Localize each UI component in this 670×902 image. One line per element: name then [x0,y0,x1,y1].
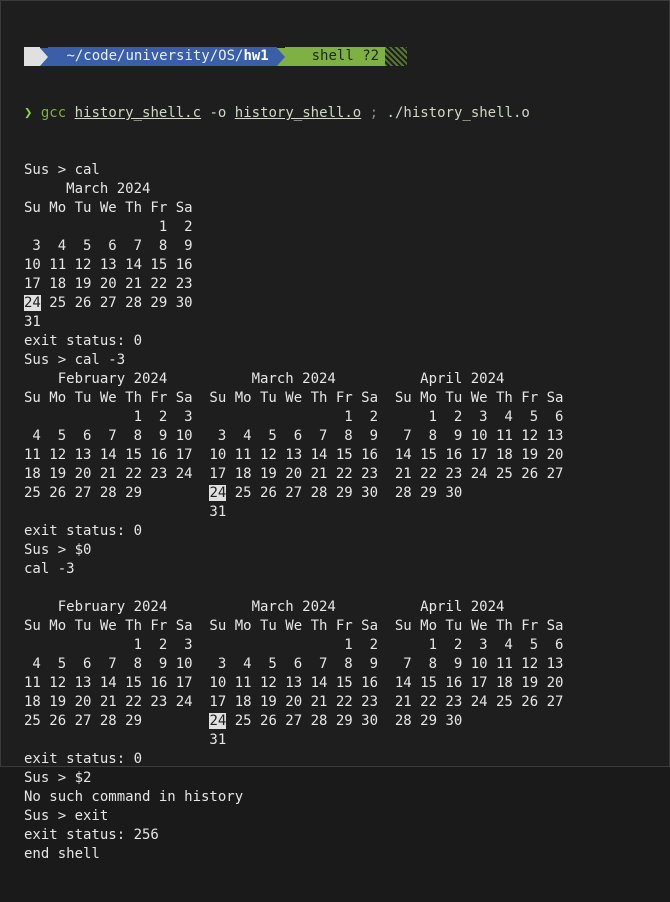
output-line: exit status: 256 [24,827,159,843]
output-line: March 2024 [24,181,151,197]
output-line: 1 2 3 1 2 1 2 3 4 5 6 [24,409,564,425]
output-line: 18 19 20 21 22 23 24 17 18 19 20 21 22 2… [24,694,564,710]
output-line: Sus > cal -3 [24,352,126,368]
directory-current: hw1 [243,48,269,64]
terminal-output: Sus > cal March 2024 Su Mo Tu We Th Fr Sa… [24,161,563,864]
git-status: ?2 [362,48,380,64]
output-line: 31 [24,504,227,520]
command-arg-output: history_shell.o [234,105,362,121]
terminal-content[interactable]: ~/code/university/OS/hw1 shell ?2 ❯ gcc … [24,9,563,902]
output-line: 18 19 20 21 22 23 24 17 18 19 20 21 22 2… [24,466,564,482]
prompt-bar: ~/code/university/OS/hw1 shell ?2 [24,47,563,66]
output-line: cal -3 [24,561,75,577]
today-highlight: 24 [24,295,41,311]
output-line: Sus > exit [24,808,109,824]
prompt-chevron: ❯ [24,105,33,121]
output-line: 11 12 13 14 15 16 17 10 11 12 13 14 15 1… [24,447,564,463]
output-line: Su Mo Tu We Th Fr Sa Su Mo Tu We Th Fr S… [24,390,564,406]
output-line: exit status: 0 [24,523,143,539]
today-highlight: 24 [209,713,227,729]
output-line: 4 5 6 7 8 9 10 3 4 5 6 7 8 9 7 8 9 10 11… [24,428,564,444]
output-line: end shell [24,846,100,862]
output-line: 31 [24,732,227,748]
git-branch: shell [311,48,354,64]
segment-separator [276,47,285,66]
output-line: exit status: 0 [24,751,143,767]
output-line: No such command in history [24,789,244,805]
output-line: Su Mo Tu We Th Fr Sa [24,200,193,216]
output-line: 1 2 3 1 2 1 2 3 4 5 6 [24,637,564,653]
output-line: 31 [24,314,41,330]
command-flag: -o [209,105,227,121]
output-line: 25 26 27 28 29 24 25 26 27 28 29 30 28 2… [24,484,563,503]
command-separator: ; [369,105,379,121]
command-run: ./history_shell.o [386,105,530,121]
output-text: 25 26 27 28 29 [24,485,210,501]
git-segment: shell ?2 [284,47,386,66]
output-line: Sus > $2 [24,770,92,786]
output-line: 11 12 13 14 15 16 17 10 11 12 13 14 15 1… [24,675,564,691]
segment-separator [40,47,48,66]
output-line: 3 4 5 6 7 8 9 [24,238,193,254]
output-text: 25 26 27 28 29 30 [40,295,193,311]
output-text: 25 26 27 28 29 30 28 29 30 [226,713,463,729]
output-line: February 2024 March 2024 April 2024 [24,599,505,615]
git-branch-icon [295,47,303,66]
output-line: February 2024 March 2024 April 2024 [24,371,505,387]
output-line: 24 25 26 27 28 29 30 [24,294,563,313]
output-line: 10 11 12 13 14 15 16 [24,257,193,273]
output-text: 25 26 27 28 29 30 28 29 30 [226,485,463,501]
segment-fade [385,47,408,66]
output-text: 25 26 27 28 29 [24,713,210,729]
output-line: 25 26 27 28 29 24 25 26 27 28 29 30 28 2… [24,712,563,731]
command-line: ❯ gcc history_shell.c -o history_shell.o… [24,104,563,123]
directory-segment: ~/code/university/OS/hw1 [48,47,277,66]
output-line: 17 18 19 20 21 22 23 [24,276,193,292]
directory-path: ~/code/university/OS/ [66,48,244,64]
output-line: 1 2 [24,219,193,235]
command-arg-source: history_shell.c [74,105,202,121]
output-line: 4 5 6 7 8 9 10 3 4 5 6 7 8 9 7 8 9 10 11… [24,656,564,672]
os-icon [24,47,40,66]
today-highlight: 24 [209,485,227,501]
output-line: exit status: 0 [24,333,143,349]
terminal-window: ~/code/university/OS/hw1 shell ?2 ❯ gcc … [0,0,670,862]
output-line: Su Mo Tu We Th Fr Sa Su Mo Tu We Th Fr S… [24,618,564,634]
command-name: gcc [40,105,67,121]
output-line: Sus > $0 [24,542,92,558]
output-line: Sus > cal [24,162,100,178]
